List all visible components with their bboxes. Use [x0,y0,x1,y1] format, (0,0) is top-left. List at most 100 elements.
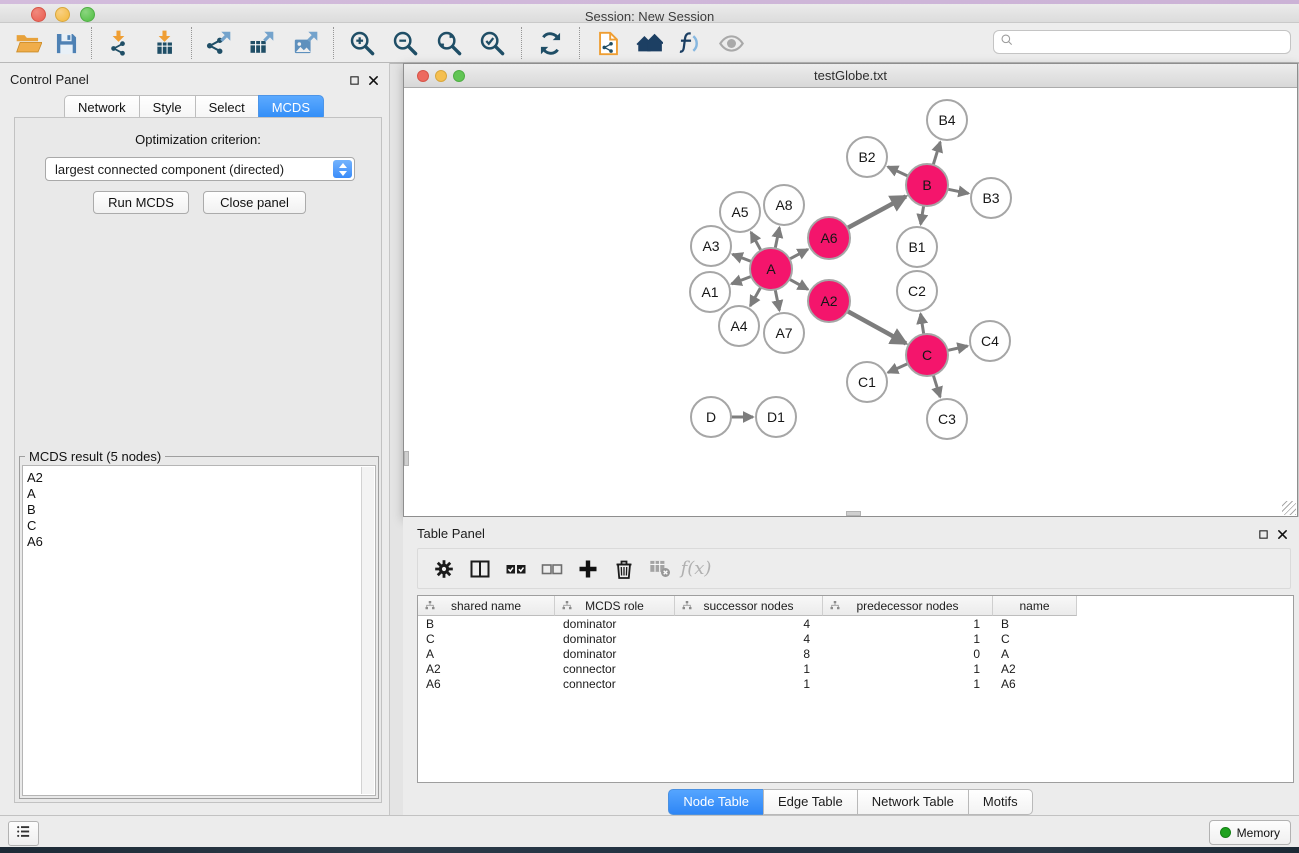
table-cell[interactable]: C [993,632,1077,646]
graph-edge-C-C1[interactable] [888,364,908,373]
mcds-result-list[interactable]: A2ABCA6 [22,465,376,796]
graph-edge-A-A5[interactable] [751,232,761,250]
table-cell[interactable]: connector [555,662,675,676]
column-header-shared-name[interactable]: shared name [418,596,555,616]
graph-edge-A6-B[interactable] [847,196,905,228]
table-cell[interactable]: dominator [555,632,675,646]
graph-edge-C-C3[interactable] [933,375,940,397]
run-mcds-button[interactable]: Run MCDS [93,191,189,214]
mcds-result-item[interactable]: C [23,518,375,534]
table-row[interactable]: A2connector11A2 [418,661,1293,676]
table-row[interactable]: Bdominator41B [418,616,1293,631]
graph-edge-A-A8[interactable] [775,228,779,249]
table-row[interactable]: Cdominator41C [418,631,1293,646]
zoom-fit-icon[interactable] [431,26,467,60]
network-window-titlebar[interactable]: testGlobe.txt [404,64,1297,88]
graph-edge-B-B3[interactable] [948,189,969,193]
table-cell[interactable]: A6 [418,677,555,691]
graph-edge-B-B1[interactable] [921,206,924,225]
graph-edge-A-A1[interactable] [732,276,752,283]
table-cell[interactable]: B [418,617,555,631]
tab-motifs[interactable]: Motifs [968,789,1033,815]
eye-icon[interactable] [713,26,749,60]
export-network-icon[interactable] [200,26,236,60]
zoom-in-icon[interactable] [344,26,380,60]
save-session-icon[interactable] [48,26,84,60]
toggle-labels-icon[interactable] [672,26,708,60]
network-resize-grip[interactable] [1282,501,1296,515]
search-box[interactable] [993,30,1291,54]
mcds-result-item[interactable]: B [23,502,375,518]
table-cell[interactable]: dominator [555,647,675,661]
network-canvas[interactable]: B4B2BB3A5A8A6A3B1AA1C2A2A4A7C4CC1DD1C3 [404,88,1297,516]
import-table-icon[interactable] [146,26,182,60]
delete-column-icon[interactable] [606,554,642,584]
table-cell[interactable]: A2 [418,662,555,676]
table-cell[interactable]: A [418,647,555,661]
table-cell[interactable]: A6 [993,677,1077,691]
delete-table-icon[interactable] [642,554,678,584]
mcds-result-item[interactable]: A6 [23,534,375,550]
table-cell[interactable]: 1 [675,677,823,691]
table-cell[interactable]: 8 [675,647,823,661]
graph-edge-B-B2[interactable] [888,167,908,176]
zoom-selected-icon[interactable] [475,26,511,60]
column-header-successor-nodes[interactable]: successor nodes [675,596,823,616]
close-panel-button[interactable]: Close panel [203,191,306,214]
graph-edge-A-A6[interactable] [790,249,808,259]
node-table[interactable]: shared nameMCDS rolesuccessor nodesprede… [417,595,1294,783]
mcds-result-item[interactable]: A2 [23,466,375,486]
tab-edge-table[interactable]: Edge Table [763,789,858,815]
table-row[interactable]: Adominator80A [418,646,1293,661]
table-cell[interactable]: A2 [993,662,1077,676]
table-cell[interactable]: 1 [823,662,993,676]
fx-icon[interactable]: f(x) [678,554,714,584]
table-row[interactable]: A6connector11A6 [418,676,1293,691]
select-all-icon[interactable] [498,554,534,584]
table-cell[interactable]: 1 [675,662,823,676]
zoom-out-icon[interactable] [388,26,424,60]
table-cell[interactable]: connector [555,677,675,691]
mcds-list-scrollbar[interactable] [361,467,374,794]
add-column-icon[interactable] [570,554,606,584]
column-header-name[interactable]: name [993,596,1077,616]
memory-button[interactable]: Memory [1209,820,1291,845]
homes-icon[interactable] [631,26,667,60]
search-input[interactable] [1019,35,1284,50]
table-cell[interactable]: 4 [675,632,823,646]
gear-icon[interactable] [426,554,462,584]
refresh-icon[interactable] [532,26,568,60]
open-session-icon[interactable] [10,26,46,60]
close-panel-icon[interactable] [1277,527,1288,545]
export-image-icon[interactable] [287,26,323,60]
mcds-result-item[interactable]: A [23,486,375,502]
network-hscrollbar-thumb[interactable] [846,511,861,516]
column-header-MCDS-role[interactable]: MCDS role [555,596,675,616]
graph-edge-A2-C[interactable] [847,311,906,343]
graph-edge-C-C2[interactable] [921,314,924,335]
deselect-all-icon[interactable] [534,554,570,584]
graph-edge-C-C4[interactable] [947,346,967,350]
table-cell[interactable]: 1 [823,677,993,691]
graph-edge-A-A7[interactable] [775,290,779,311]
table-cell[interactable]: 0 [823,647,993,661]
export-table-icon[interactable] [244,26,280,60]
task-history-button[interactable] [8,821,39,846]
network-file-icon[interactable] [590,26,626,60]
import-network-icon[interactable] [100,26,136,60]
float-panel-icon[interactable] [1258,527,1269,545]
table-cell[interactable]: 1 [823,617,993,631]
graph-edge-A-A4[interactable] [750,287,760,306]
graph-edge-B-B4[interactable] [933,142,940,165]
table-cell[interactable]: A [993,647,1077,661]
table-cell[interactable]: dominator [555,617,675,631]
table-cell[interactable]: 4 [675,617,823,631]
float-panel-icon[interactable] [349,73,360,91]
table-cell[interactable]: B [993,617,1077,631]
close-panel-icon[interactable] [368,73,379,91]
criterion-select[interactable]: largest connected component (directed) [45,157,355,181]
graph-edge-A-A2[interactable] [789,279,808,289]
table-cell[interactable]: 1 [823,632,993,646]
table-cell[interactable]: C [418,632,555,646]
graph-edge-A-A3[interactable] [732,254,751,261]
